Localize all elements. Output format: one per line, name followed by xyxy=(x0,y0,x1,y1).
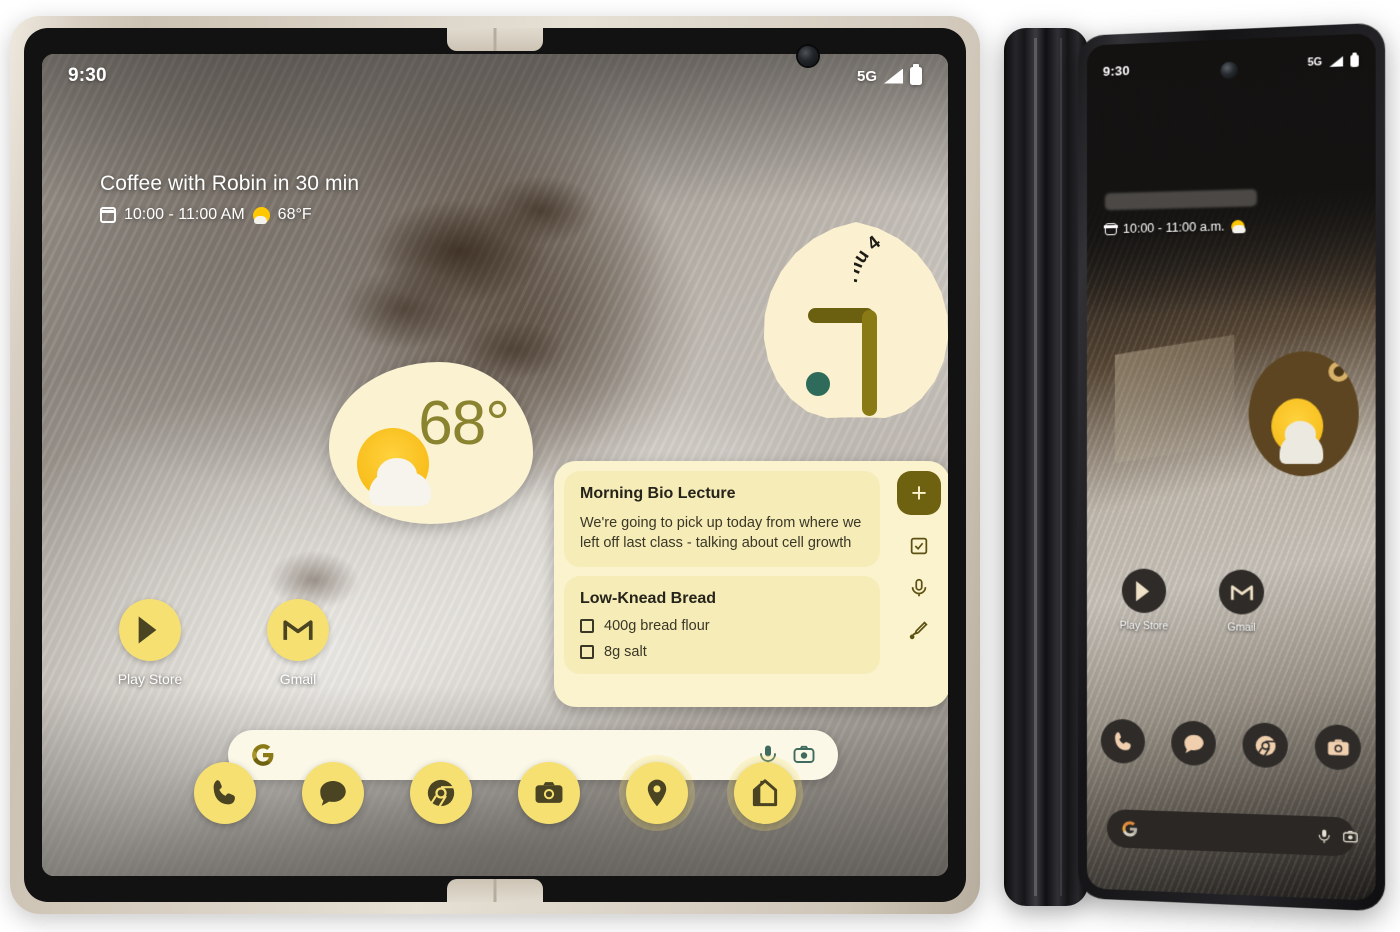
glance-time-range: 10:00 - 11:00 AM xyxy=(124,206,245,224)
cover-at-a-glance-widget[interactable]: 10:00 - 11:00 a.m. xyxy=(1105,186,1357,236)
gmail-icon[interactable] xyxy=(267,599,329,661)
dock-home[interactable] xyxy=(734,762,796,824)
note-checklist-label: 8g salt xyxy=(604,644,647,660)
note-title: Morning Bio Lecture xyxy=(580,485,864,503)
cover-weather-widget[interactable] xyxy=(1249,351,1359,477)
battery-icon xyxy=(1350,54,1358,67)
calendar-icon xyxy=(1105,223,1117,235)
app-play-store[interactable]: Play Store xyxy=(1113,568,1175,632)
note-body: We're going to pick up today from where … xyxy=(580,513,864,553)
drawing-note-button[interactable] xyxy=(908,619,930,641)
cover-app-row: Play Store Gmail xyxy=(1113,568,1274,634)
dock-chrome[interactable] xyxy=(410,762,472,824)
sun-cloud-icon xyxy=(1231,219,1244,233)
hinge-notch-top xyxy=(447,28,543,51)
dock-phone[interactable] xyxy=(194,762,256,824)
sun-cloud-icon xyxy=(253,207,270,224)
new-list-button[interactable] xyxy=(908,535,930,557)
app-label: Gmail xyxy=(280,671,317,687)
network-label: 5G xyxy=(857,68,877,85)
at-a-glance-widget[interactable]: Coffee with Robin in 30 min 10:00 - 11:0… xyxy=(100,172,359,224)
weather-temperature: 68° xyxy=(418,388,509,459)
clock-accent-dot xyxy=(806,372,830,396)
checkbox-icon[interactable] xyxy=(580,619,594,633)
dock-chrome[interactable] xyxy=(1243,722,1288,768)
home-app-row: Play Store Gmail xyxy=(102,599,346,687)
status-time: 9:30 xyxy=(1103,62,1130,78)
network-label: 5G xyxy=(1308,56,1323,69)
status-icons: 5G xyxy=(1308,54,1359,68)
signal-bars-icon xyxy=(884,69,903,84)
battery-icon xyxy=(910,67,922,85)
glance-title: Coffee with Robin in 30 min xyxy=(100,172,359,196)
note-checklist-item[interactable]: 8g salt xyxy=(580,644,864,660)
note-card[interactable]: Morning Bio Lecture We're going to pick … xyxy=(564,471,880,567)
weather-widget[interactable]: 68° xyxy=(329,362,533,524)
search-input[interactable] xyxy=(1148,823,1307,843)
svg-text:Thu 4: Thu 4 xyxy=(854,234,885,288)
clock-date-text: Thu 4 xyxy=(854,234,885,288)
note-checklist-label: 400g bread flour xyxy=(604,618,710,634)
new-note-button[interactable]: + xyxy=(897,471,941,515)
checkbox-icon[interactable] xyxy=(580,645,594,659)
note-title: Low-Knead Bread xyxy=(580,590,864,608)
app-label: Gmail xyxy=(1227,621,1255,634)
inner-selfie-camera-icon xyxy=(798,46,818,66)
hinge-notch-bottom xyxy=(447,879,543,902)
cloud-icon xyxy=(369,472,431,506)
app-gmail[interactable]: Gmail xyxy=(1210,569,1274,634)
dock-messages[interactable] xyxy=(302,762,364,824)
voice-note-button[interactable] xyxy=(908,577,930,599)
notes-action-rail: + xyxy=(888,461,948,707)
clock-minute-hand xyxy=(862,310,877,416)
inner-home-screen: 9:30 5G Coffee with Robin in 30 min 10:0… xyxy=(42,54,948,876)
notes-list: Morning Bio Lecture We're going to pick … xyxy=(554,461,888,707)
folded-foldable-device: 9:30 5G 10:00 - 11:00 a.m. Play Store Gm… xyxy=(1000,12,1388,920)
note-card[interactable]: Low-Knead Bread 400g bread flour 8g salt xyxy=(564,576,880,674)
app-label: Play Store xyxy=(1120,620,1169,633)
dock-phone[interactable] xyxy=(1101,719,1145,764)
status-time: 9:30 xyxy=(68,65,107,87)
glance-temperature: 68°F xyxy=(278,206,312,224)
play-store-icon[interactable] xyxy=(119,599,181,661)
google-g-icon xyxy=(1121,820,1139,839)
app-gmail[interactable]: Gmail xyxy=(250,599,346,687)
inner-display-bezel: 9:30 5G Coffee with Robin in 30 min 10:0… xyxy=(24,28,966,902)
unfolded-foldable-device: 9:30 5G Coffee with Robin in 30 min 10:0… xyxy=(10,16,980,914)
glance-time-range: 10:00 - 11:00 a.m. xyxy=(1123,219,1225,236)
app-label: Play Store xyxy=(118,671,183,687)
dock-camera[interactable] xyxy=(1315,724,1361,770)
cloud-icon xyxy=(1280,433,1324,464)
dock-camera[interactable] xyxy=(518,762,580,824)
glance-title-blurred xyxy=(1105,189,1257,210)
app-play-store[interactable]: Play Store xyxy=(102,599,198,687)
gmail-icon[interactable] xyxy=(1219,569,1264,614)
dock xyxy=(42,762,948,824)
analog-clock-widget[interactable]: Thu 4 xyxy=(758,222,948,418)
dock-maps[interactable] xyxy=(626,762,688,824)
cover-dock xyxy=(1087,718,1376,771)
clock-date-label: Thu 4 xyxy=(854,234,938,304)
dock-messages[interactable] xyxy=(1171,720,1216,766)
status-icons: 5G xyxy=(857,67,922,85)
microphone-icon[interactable] xyxy=(1316,827,1333,846)
glance-subtitle: 10:00 - 11:00 AM 68°F xyxy=(100,206,359,224)
signal-bars-icon xyxy=(1329,56,1343,67)
weather-ring-accent-icon xyxy=(1328,361,1349,382)
cover-display-body: 9:30 5G 10:00 - 11:00 a.m. Play Store Gm… xyxy=(1078,22,1385,911)
note-checklist-item[interactable]: 400g bread flour xyxy=(580,618,864,634)
hinge-spine xyxy=(1004,28,1088,906)
calendar-icon xyxy=(100,207,116,223)
lens-camera-icon[interactable] xyxy=(1342,827,1359,846)
play-store-icon[interactable] xyxy=(1122,568,1166,613)
keep-notes-widget[interactable]: Morning Bio Lecture We're going to pick … xyxy=(554,461,948,707)
cover-home-screen: 9:30 5G 10:00 - 11:00 a.m. Play Store Gm… xyxy=(1087,33,1376,901)
